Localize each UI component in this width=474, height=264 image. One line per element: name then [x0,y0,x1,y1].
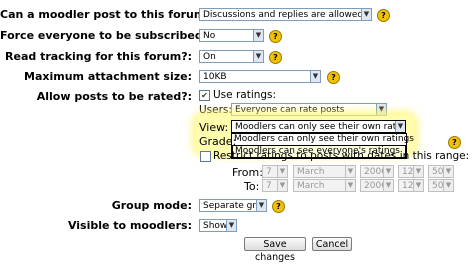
to-day-value: 7 [266,181,272,191]
view-select[interactable]: Moodlers can only see their own ratings ▼ [231,120,406,133]
from-month-select[interactable]: March ▼ [293,165,356,178]
help-icon[interactable]: ? [272,200,285,213]
help-icon[interactable]: ? [448,136,461,149]
grade-label: Grade: [199,135,237,148]
from-hour-value: 12 [402,167,414,177]
read-tracking-select[interactable]: On ▼ [199,50,264,63]
to-minute-value: 50 [432,181,444,191]
chevron-down-icon: ▼ [253,30,263,41]
post-to-forum-value: Discussions and replies are allowed [203,10,364,20]
chevron-down-icon: ▼ [361,9,371,20]
allow-ratings-label: Allow posts to be rated?: [36,90,192,103]
chevron-down-icon: ▼ [395,121,405,132]
visible-value: Show [203,221,228,231]
users-value: Everyone can rate posts [235,105,345,115]
chevron-down-icon: ▼ [413,180,423,191]
from-day-value: 7 [266,167,272,177]
to-hour-select[interactable]: 12 ▼ [398,179,424,192]
view-value: Moodlers can only see their own ratings [235,122,406,132]
chevron-down-icon: ▼ [345,166,355,177]
from-minute-select[interactable]: 50 ▼ [428,165,454,178]
to-year-select[interactable]: 2006 ▼ [360,179,394,192]
chevron-down-icon: ▼ [310,71,320,82]
chevron-down-icon: ▼ [226,220,236,231]
help-icon[interactable]: ? [269,51,282,64]
save-changes-button[interactable]: Save changes [244,237,306,263]
visible-label: Visible to moodlers: [67,219,192,232]
from-label: From: [232,166,263,179]
help-icon[interactable]: ? [377,9,390,22]
force-subscribe-value: No [203,31,216,41]
restrict-label: Restrict ratings to posts with dates in … [213,150,470,162]
read-tracking-label: Read tracking for this forum?: [5,50,192,63]
post-to-forum-label: Can a moodler post to this forum?: [0,8,217,21]
use-ratings-label: Use ratings: [213,89,277,101]
from-minute-value: 50 [432,167,444,177]
chevron-down-icon: ▼ [277,166,287,177]
from-day-select[interactable]: 7 ▼ [262,165,288,178]
max-attachment-label: Maximum attachment size: [24,70,192,83]
max-attachment-select[interactable]: 10KB ▼ [199,70,321,83]
from-hour-select[interactable]: 12 ▼ [398,165,424,178]
chevron-down-icon: ▼ [383,166,393,177]
force-subscribe-label: Force everyone to be subscribed?: [0,29,214,42]
group-mode-select[interactable]: Separate groups▼ [199,199,267,212]
chevron-down-icon: ▼ [253,51,263,62]
view-option[interactable]: Moodlers can only see their own ratings [232,134,414,145]
help-icon[interactable]: ? [269,30,282,43]
from-year-select[interactable]: 2006 ▼ [360,165,394,178]
max-attachment-value: 10KB [203,72,227,82]
to-minute-select[interactable]: 50 ▼ [428,179,454,192]
visible-select[interactable]: Show ▼ [199,219,237,232]
from-month-value: March [297,167,325,177]
to-day-select[interactable]: 7 ▼ [262,179,288,192]
to-month-value: March [297,181,325,191]
to-month-select[interactable]: March ▼ [293,179,356,192]
chevron-down-icon: ▼ [443,166,453,177]
use-ratings-checkbox[interactable]: ✔ [199,90,210,101]
chevron-down-icon: ▼ [383,180,393,191]
to-label: To: [244,180,260,193]
chevron-down-icon: ▼ [277,180,287,191]
to-hour-value: 12 [402,181,414,191]
checkmark-icon: ✔ [201,91,208,100]
chevron-down-icon: ▼ [345,180,355,191]
help-icon[interactable]: ? [327,71,340,84]
read-tracking-value: On [203,52,216,62]
post-to-forum-select[interactable]: Discussions and replies are allowed ▼ [199,8,372,21]
group-mode-label: Group mode: [111,199,192,212]
chevron-down-icon: ▼ [413,166,423,177]
force-subscribe-select[interactable]: No ▼ [199,29,264,42]
chevron-down-icon: ▼ [256,200,266,211]
view-label: View: [199,121,229,134]
chevron-down-icon: ▼ [443,180,453,191]
cancel-button[interactable]: Cancel [312,237,352,251]
restrict-checkbox[interactable] [200,151,211,162]
